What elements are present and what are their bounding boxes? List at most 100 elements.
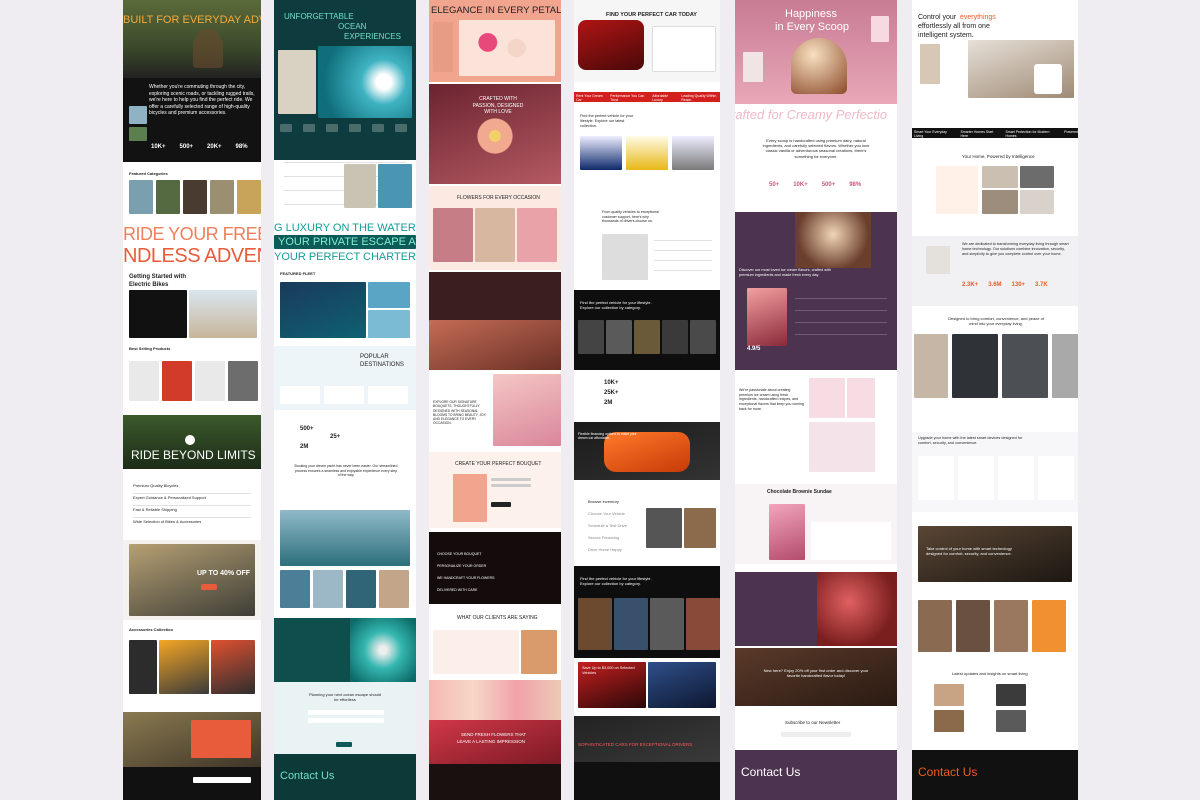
order-button[interactable] (491, 502, 511, 507)
option-field[interactable] (491, 484, 531, 487)
about-section: Every scoop is handcrafted using premium… (735, 136, 897, 206)
fleet-main[interactable] (280, 282, 366, 338)
best-selling: Best Selling Products (123, 345, 261, 413)
occasion-card[interactable] (433, 208, 473, 262)
product-card[interactable] (228, 361, 258, 401)
gallery (274, 508, 416, 610)
product-card[interactable] (129, 361, 159, 401)
shop-now-button[interactable] (201, 584, 217, 590)
passion-card (809, 378, 845, 418)
category-card[interactable] (634, 320, 660, 354)
feature-icon (395, 124, 407, 132)
play-button[interactable] (185, 435, 195, 445)
occasion-card[interactable] (517, 208, 557, 262)
template-smarthome: Control your everythings effortlessly al… (912, 0, 1078, 800)
lifestyle-card[interactable] (578, 598, 612, 650)
car-card[interactable] (580, 136, 622, 170)
menu-item[interactable]: Schedule a Test Drive (588, 523, 627, 529)
ticker-item: Performance You Can Trust (610, 94, 645, 102)
team-member[interactable] (994, 600, 1028, 652)
lifestyle-card[interactable] (686, 598, 720, 650)
marquee-line: YOUR PERFECT CHARTER (274, 251, 416, 263)
step-item: PERSONALIZE YOUR ORDER (437, 564, 487, 568)
intelligence-section: Your Home, Powered by Intelligence (912, 146, 1078, 228)
occasion-card[interactable] (475, 208, 515, 262)
hero-title: FIND YOUR PERFECT CAR TODAY (606, 12, 697, 18)
promo-text: New here? Enjoy 20% off your first order… (763, 668, 869, 679)
lifestyle-card[interactable] (650, 598, 684, 650)
flavors-text: Discover our most loved ice cream flavor… (739, 268, 832, 277)
menu-item[interactable]: Drive Home Happy (588, 547, 622, 553)
category-card[interactable] (606, 320, 632, 354)
product-card[interactable] (958, 456, 994, 500)
blog-card[interactable] (996, 710, 1026, 732)
product-card[interactable] (195, 361, 225, 401)
form-field[interactable] (308, 718, 384, 723)
category-card[interactable] (129, 180, 153, 214)
category-card[interactable] (690, 320, 716, 354)
category-card[interactable] (578, 320, 604, 354)
newsletter-input[interactable] (193, 777, 251, 783)
car-card[interactable] (626, 136, 668, 170)
hero-section: FIND YOUR PERFECT CAR TODAY (574, 0, 720, 82)
gallery-thumb[interactable] (313, 570, 343, 608)
fleet-thumb[interactable] (368, 282, 410, 308)
intro-section: Whether you're commuting through the cit… (123, 78, 261, 162)
footer (429, 764, 561, 800)
device-card[interactable] (1002, 334, 1048, 398)
newsletter-input[interactable] (781, 732, 851, 737)
team-member[interactable] (918, 600, 952, 652)
newsletter-title: Subscribe to our Newsletter (785, 720, 841, 725)
category-card[interactable] (183, 180, 207, 214)
team-member[interactable] (1032, 600, 1066, 652)
blog-card[interactable] (996, 684, 1026, 706)
category-card[interactable] (662, 320, 688, 354)
product-card[interactable] (1038, 456, 1074, 500)
product-card[interactable] (918, 456, 954, 500)
section-text: Find the perfect vehicle for your lifest… (580, 300, 652, 311)
product-grid (129, 361, 258, 401)
stat-value: 2M (604, 400, 613, 406)
fleet-thumb[interactable] (368, 310, 410, 338)
menu-item[interactable]: Secure Financing (588, 535, 619, 541)
lifestyle-card[interactable] (614, 598, 648, 650)
testimonial-card (433, 630, 519, 674)
product-card[interactable] (998, 456, 1034, 500)
device-card[interactable] (914, 334, 948, 398)
product-card[interactable] (162, 361, 192, 401)
gallery-thumb[interactable] (280, 570, 310, 608)
search-form[interactable] (652, 26, 716, 72)
designed-section: Designed to bring comfort, convenience, … (912, 312, 1078, 412)
device-card[interactable] (952, 334, 998, 398)
option-field[interactable] (491, 478, 531, 481)
gallery-dark (429, 272, 561, 370)
destination-card[interactable] (280, 386, 320, 404)
category-card[interactable] (237, 180, 261, 214)
gallery-thumbs (280, 570, 409, 608)
blog-card[interactable] (934, 710, 964, 732)
blog-card[interactable] (934, 684, 964, 706)
form-field[interactable] (308, 710, 384, 715)
flavor-card[interactable] (747, 288, 787, 346)
car-card[interactable] (672, 136, 714, 170)
section-title: DESTINATIONS (360, 362, 404, 368)
menu-item[interactable]: Browse Inventory (588, 499, 619, 505)
category-card[interactable] (210, 180, 234, 214)
send-banner: SEND FRESH FLOWERS THAT LEAVE A LASTING … (429, 720, 561, 764)
destination-card[interactable] (368, 386, 408, 404)
marquee-line: NDLESS ADVEN (123, 245, 261, 267)
section-title: Best Selling Products (129, 346, 171, 351)
categories-dark: Find the perfect vehicle for your lifest… (574, 290, 720, 370)
category-card[interactable] (156, 180, 180, 214)
gallery-thumb[interactable] (379, 570, 409, 608)
offer-card[interactable] (648, 662, 716, 708)
hero-image (433, 22, 453, 72)
device-card[interactable] (1052, 334, 1078, 398)
gallery-thumb[interactable] (346, 570, 376, 608)
destination-card[interactable] (324, 386, 364, 404)
plan-title: Planning your next ocean escape should b… (308, 692, 382, 703)
contact-title: Contact Us (741, 765, 801, 779)
menu-item[interactable]: Choose Your Vehicle (588, 511, 625, 517)
team-member[interactable] (956, 600, 990, 652)
submit-button[interactable] (336, 742, 352, 747)
